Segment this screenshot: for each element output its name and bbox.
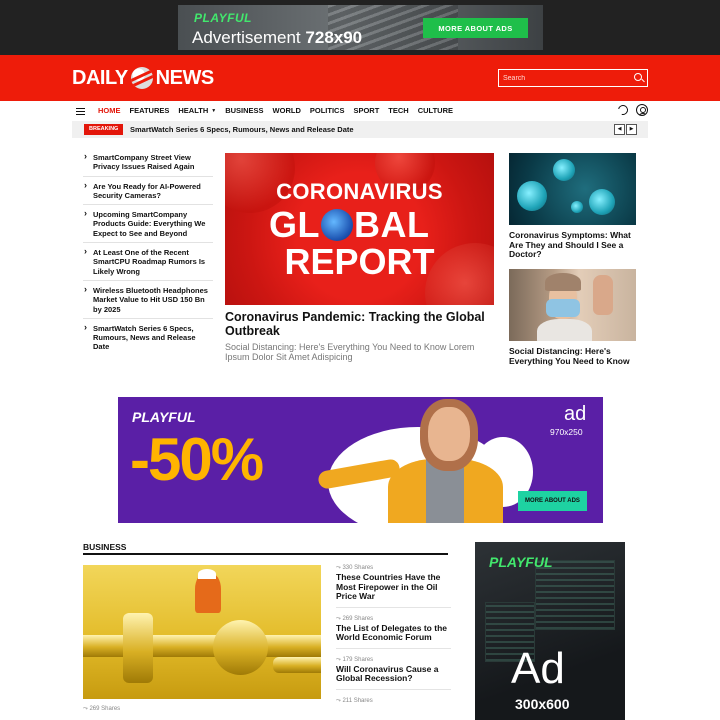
- virus-cell: [571, 201, 583, 213]
- photo-hand: [593, 275, 613, 315]
- breaking-arrows: ◀ ▶: [614, 124, 637, 135]
- user-account-icon[interactable]: [636, 104, 648, 116]
- more-about-ads-button[interactable]: MORE ABOUT ADS: [423, 18, 528, 38]
- next-arrow-icon[interactable]: ▶: [626, 124, 637, 135]
- list-item: 179 Shares Will Coronavirus Cause a Glob…: [336, 656, 451, 690]
- pipe-shape: [273, 657, 321, 673]
- virus-cell: [553, 159, 575, 181]
- site-logo[interactable]: DAILY NEWS: [72, 65, 214, 91]
- nav-item-world[interactable]: WORLD: [273, 106, 301, 115]
- post-title[interactable]: These Countries Have the Most Firepower …: [336, 572, 451, 608]
- pipe-shape: [123, 613, 153, 683]
- chevron-down-icon: ▼: [211, 108, 217, 114]
- search-input[interactable]: [499, 70, 627, 86]
- feature-image-line2: GL BAL: [269, 204, 430, 246]
- feature-image-line2-b: BAL: [354, 204, 430, 245]
- list-item: 330 Shares These Countries Have the Most…: [336, 564, 451, 608]
- pipe-shape: [83, 635, 321, 657]
- ad-label: Advertisement: [192, 28, 301, 47]
- chart-screen: [535, 560, 615, 630]
- ad-brand-logo: PLAYFUL: [489, 554, 553, 570]
- list-item[interactable]: Upcoming SmartCompany Products Guide: Ev…: [83, 209, 213, 244]
- list-item: 269 Shares The List of Delegates to the …: [336, 615, 451, 649]
- ad-size: 970x250: [550, 427, 583, 437]
- worker-figure: [195, 573, 221, 613]
- feature-image-line2-a: GL: [269, 204, 320, 245]
- ad-size: 728x90: [305, 28, 363, 47]
- nav-item-health[interactable]: HEALTH ▼: [178, 106, 216, 115]
- section-divider: [83, 553, 448, 555]
- section-title[interactable]: BUSINESS: [83, 542, 126, 552]
- photo-hair: [545, 273, 581, 291]
- feature-image[interactable]: CORONAVIRUS GL BAL REPORT: [225, 153, 494, 305]
- ad-brand-logo: PLAYFUL: [194, 11, 252, 25]
- ad-label: ad: [564, 403, 587, 425]
- earth-globe-icon: [321, 209, 353, 241]
- list-item[interactable]: SmartWatch Series 6 Specs, Rumours, News…: [83, 323, 213, 352]
- virus-cell: [589, 189, 615, 215]
- breaking-badge: BREAKING: [84, 124, 124, 135]
- photo-body: [537, 319, 592, 341]
- list-item[interactable]: SmartCompany Street View Privacy Issues …: [83, 152, 213, 177]
- nav-item-culture[interactable]: CULTURE: [418, 106, 453, 115]
- breaking-news-bar: BREAKING SmartWatch Series 6 Specs, Rumo…: [72, 121, 648, 138]
- ad-label: Ad: [511, 644, 565, 693]
- face-mask: [546, 299, 580, 317]
- more-about-ads-button[interactable]: MORE ABOUT ADS: [518, 491, 587, 511]
- virus-photo[interactable]: [509, 153, 636, 225]
- hard-hat: [198, 569, 216, 579]
- nav-item-home[interactable]: HOME: [98, 106, 121, 115]
- post-title[interactable]: Will Coronavirus Cause a Global Recessio…: [336, 664, 451, 690]
- search-box: [498, 69, 648, 87]
- search-icon[interactable]: [634, 73, 642, 81]
- woman-face: [428, 407, 470, 461]
- virus-cell: [517, 181, 547, 211]
- main-nav: HOME FEATURES HEALTH ▼ BUSINESS WORLD POL…: [72, 102, 650, 120]
- nav-item-sport[interactable]: SPORT: [353, 106, 379, 115]
- feature-excerpt: Social Distancing: Here's Everything You…: [225, 342, 475, 362]
- ad-size: 300x600: [515, 696, 570, 712]
- site-header: DAILY NEWS: [0, 55, 720, 101]
- dark-mode-moon-icon[interactable]: [616, 103, 630, 117]
- nav-item-features[interactable]: FEATURES: [130, 106, 170, 115]
- nav-item-politics[interactable]: POLITICS: [310, 106, 345, 115]
- share-count: 211 Shares: [336, 697, 451, 706]
- list-item: 211 Shares: [336, 697, 451, 706]
- masked-woman-photo[interactable]: [509, 269, 636, 341]
- oil-pipeline-photo[interactable]: [83, 565, 321, 699]
- nav-items: HOME FEATURES HEALTH ▼ BUSINESS WORLD POL…: [98, 106, 462, 115]
- side-post-title[interactable]: Social Distancing: Here's Everything You…: [509, 346, 639, 366]
- post-title[interactable]: The List of Delegates to the World Econo…: [336, 623, 451, 649]
- side-post-title[interactable]: Coronavirus Symptoms: What Are They and …: [509, 230, 639, 260]
- list-item[interactable]: Wireless Bluetooth Headphones Market Val…: [83, 285, 213, 319]
- pipe-valve: [213, 620, 268, 675]
- list-item[interactable]: Are You Ready for AI-Powered Security Ca…: [83, 181, 213, 206]
- nav-item-business[interactable]: BUSINESS: [225, 106, 263, 115]
- business-post-list: 330 Shares These Countries Have the Most…: [336, 564, 451, 713]
- hamburger-menu-icon[interactable]: [76, 108, 85, 115]
- ad-text: Advertisement 728x90: [192, 28, 362, 48]
- top-ad-strip: PLAYFUL Advertisement 728x90 MORE ABOUT …: [0, 0, 720, 55]
- prev-arrow-icon[interactable]: ◀: [614, 124, 625, 135]
- side-banner-ad[interactable]: PLAYFUL Ad 300x600: [475, 542, 625, 720]
- share-count: 269 Shares: [83, 705, 120, 714]
- globe-logo-icon: [130, 67, 153, 89]
- top-banner-ad[interactable]: PLAYFUL Advertisement 728x90 MORE ABOUT …: [178, 5, 543, 50]
- ad-discount: -50%: [130, 426, 264, 493]
- logo-word-daily: DAILY: [72, 66, 128, 89]
- mid-banner-ad[interactable]: PLAYFUL -50% ad 970x250 MORE ABOUT ADS: [118, 397, 603, 523]
- ad-brand-logo: PLAYFUL: [132, 409, 196, 425]
- list-item[interactable]: At Least One of the Recent SmartCPU Road…: [83, 247, 213, 281]
- feature-image-line3: REPORT: [284, 241, 435, 282]
- breaking-headline[interactable]: SmartWatch Series 6 Specs, Rumours, News…: [130, 125, 354, 134]
- feature-title[interactable]: Coronavirus Pandemic: Tracking the Globa…: [225, 310, 497, 338]
- feature-image-line1: CORONAVIRUS: [276, 179, 443, 204]
- nav-item-health-label: HEALTH: [178, 106, 209, 115]
- nav-item-tech[interactable]: TECH: [388, 106, 408, 115]
- latest-posts-list: SmartCompany Street View Privacy Issues …: [83, 152, 213, 352]
- logo-word-news: NEWS: [155, 66, 215, 89]
